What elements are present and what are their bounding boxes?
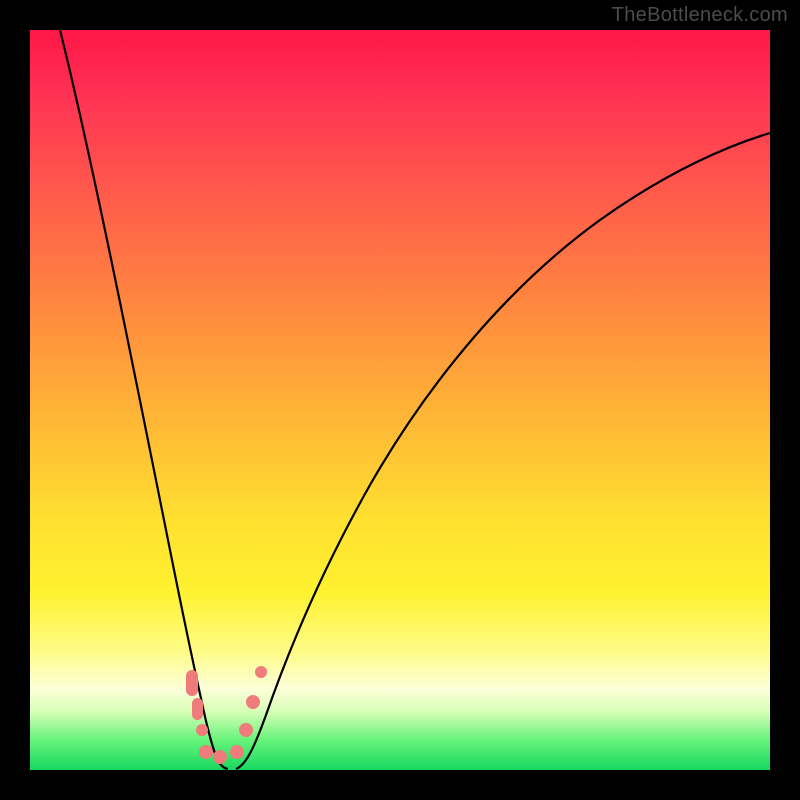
marker-pill-left-upper [186, 670, 198, 696]
curve-right-branch [236, 133, 770, 769]
watermark-text: TheBottleneck.com [612, 4, 788, 27]
marker-pill-left-lower [192, 698, 203, 720]
plot-area [30, 30, 770, 770]
curve-layer [30, 30, 770, 770]
curve-left-branch [60, 30, 228, 769]
marker-dot-right-a [239, 723, 253, 737]
marker-dot-floor-b [213, 750, 227, 764]
marker-dot-floor-a [199, 745, 213, 759]
marker-dot-left-small [196, 724, 208, 736]
chart-frame: TheBottleneck.com [0, 0, 800, 800]
marker-dot-right-b [246, 695, 260, 709]
marker-dot-floor-c [230, 745, 244, 759]
marker-dot-right-top [255, 666, 267, 678]
